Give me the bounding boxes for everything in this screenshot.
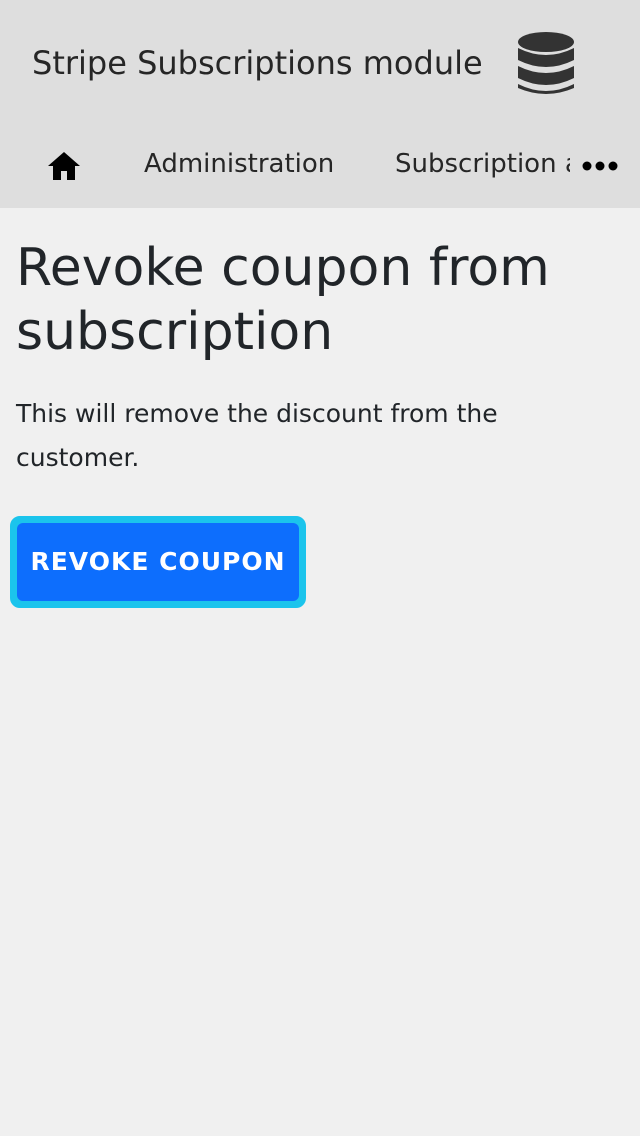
more-horizontal-icon[interactable]	[580, 152, 620, 180]
page-title: Revoke coupon from subscription	[16, 238, 550, 362]
database-icon	[518, 32, 574, 94]
revoke-coupon-button[interactable]: REVOKE COUPON	[10, 516, 306, 608]
nav-item-administration[interactable]: Administration	[144, 146, 334, 182]
app-title: Stripe Subscriptions module	[32, 44, 483, 82]
breadcrumb-nav: Administration Subscription a	[0, 126, 640, 204]
revoke-coupon-button-label: REVOKE COUPON	[17, 523, 299, 601]
home-icon[interactable]	[44, 148, 84, 184]
page-description: This will remove the discount from the c…	[16, 399, 498, 472]
main-content: Revoke coupon from subscription This wil…	[16, 236, 616, 480]
app-header: Stripe Subscriptions module Administrati…	[0, 0, 640, 208]
nav-item-subscription[interactable]: Subscription a	[395, 146, 570, 182]
